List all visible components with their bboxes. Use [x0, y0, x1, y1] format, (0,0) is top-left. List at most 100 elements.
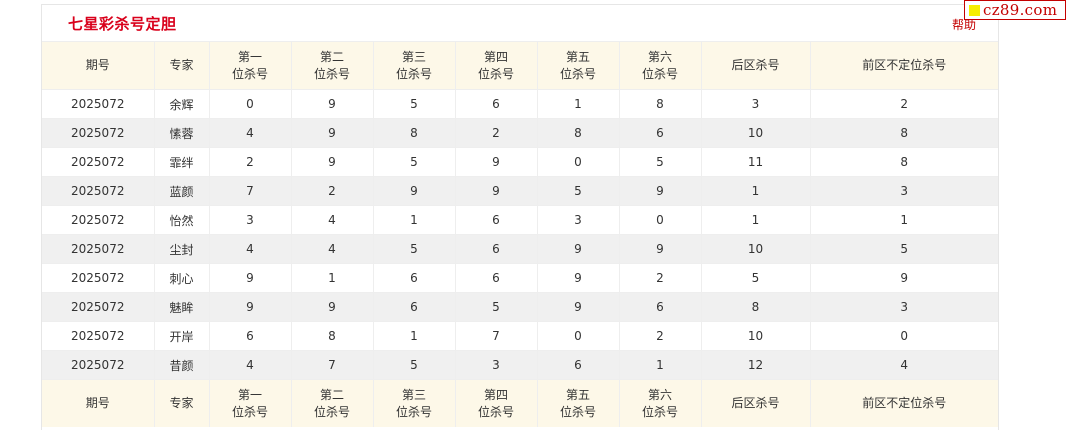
header-col-9: 前区不定位杀号 [810, 41, 998, 90]
kill-number-cell: 9 [537, 292, 620, 322]
column-header-label: 期号 [85, 396, 110, 410]
expert-cell: 愫蓉 [154, 118, 210, 148]
kill-number-cell: 6 [537, 350, 620, 380]
kill-number-cell: 4 [291, 205, 374, 235]
issue-cell: 2025072 [42, 292, 155, 322]
kill-number-cell: 0 [537, 321, 620, 351]
kill-number-cell: 3 [455, 350, 538, 380]
issue-cell: 2025072 [42, 89, 155, 119]
column-header-label: 前区不定位杀号 [862, 396, 947, 410]
kill-number-cell: 2 [209, 147, 292, 177]
kill-number-cell: 8 [373, 118, 456, 148]
expert-cell: 蓝颜 [154, 176, 210, 206]
kill-number-cell: 3 [209, 205, 292, 235]
kill-number-cell: 7 [209, 176, 292, 206]
header-col-2: 第一 位杀号 [209, 41, 292, 90]
kill-number-cell: 8 [619, 89, 702, 119]
kill-number-cell: 4 [810, 350, 998, 380]
issue-cell: 2025072 [42, 350, 155, 380]
column-header-sublabel: 位杀号 [559, 404, 596, 419]
kill-number-cell: 8 [701, 292, 811, 322]
kill-number-cell: 6 [373, 263, 456, 293]
kill-number-cell: 5 [373, 350, 456, 380]
kill-number-cell: 5 [373, 147, 456, 177]
issue-cell: 2025072 [42, 263, 155, 293]
kill-number-cell: 1 [701, 176, 811, 206]
kill-number-cell: 3 [810, 176, 998, 206]
kill-number-cell: 12 [701, 350, 811, 380]
expert-cell: 刺心 [154, 263, 210, 293]
kill-number-cell: 9 [537, 234, 620, 264]
issue-cell: 2025072 [42, 118, 155, 148]
kill-number-cell: 9 [291, 89, 374, 119]
kill-number-cell: 8 [537, 118, 620, 148]
site-logo[interactable]: cz89.com [964, 0, 1066, 20]
column-header-label: 第三 [401, 49, 426, 64]
footer-col-8: 后区杀号 [701, 379, 811, 427]
kill-number-cell: 8 [291, 321, 374, 351]
kill-number-cell: 5 [373, 234, 456, 264]
footer-col-5: 第四 位杀号 [455, 379, 538, 427]
kill-number-cell: 9 [291, 147, 374, 177]
column-header-sublabel: 位杀号 [559, 66, 596, 81]
header-col-8: 后区杀号 [701, 41, 811, 90]
kill-number-cell: 5 [619, 147, 702, 177]
kill-number-cell: 4 [209, 118, 292, 148]
issue-cell: 2025072 [42, 147, 155, 177]
table-row: 2025072 蓝颜 7 2 9 9 5 9 1 3 [42, 176, 998, 206]
table-body: 2025072 余辉 0 9 5 6 1 8 3 2 2025072 愫蓉 4 9 8 2 8 6 10 8 20250… [42, 89, 998, 380]
column-header-sublabel: 位杀号 [477, 66, 514, 81]
kill-number-panel: 七星彩杀号定胆 帮助 期号 专家 第一 位杀号 第二 位杀号 第三 位杀号 第四 位杀号 第五 位杀号… [41, 4, 999, 430]
column-header-label: 专家 [169, 396, 194, 410]
header-col-5: 第四 位杀号 [455, 41, 538, 90]
kill-number-cell: 5 [701, 263, 811, 293]
kill-number-cell: 6 [619, 118, 702, 148]
issue-cell: 2025072 [42, 205, 155, 235]
kill-number-cell: 1 [373, 205, 456, 235]
kill-number-cell: 9 [291, 118, 374, 148]
kill-number-cell: 10 [701, 234, 811, 264]
kill-number-table: 期号 专家 第一 位杀号 第二 位杀号 第三 位杀号 第四 位杀号 第五 位杀号 第六 位杀号 后区杀号 前区… [42, 41, 998, 427]
panel-title-bar: 七星彩杀号定胆 帮助 [42, 5, 998, 41]
kill-number-cell: 8 [810, 147, 998, 177]
expert-cell: 尘封 [154, 234, 210, 264]
kill-number-cell: 9 [291, 292, 374, 322]
column-header-label: 第四 [483, 387, 508, 402]
footer-col-2: 第一 位杀号 [209, 379, 292, 427]
kill-number-cell: 1 [291, 263, 374, 293]
kill-number-cell: 2 [619, 321, 702, 351]
kill-number-cell: 6 [455, 205, 538, 235]
expert-cell: 霏绊 [154, 147, 210, 177]
header-col-7: 第六 位杀号 [619, 41, 702, 90]
logo-square-icon [969, 4, 980, 16]
kill-number-cell: 0 [209, 89, 292, 119]
column-header-label: 第六 [647, 387, 672, 402]
page-title: 七星彩杀号定胆 [68, 15, 177, 33]
kill-number-cell: 7 [455, 321, 538, 351]
table-row: 2025072 愫蓉 4 9 8 2 8 6 10 8 [42, 118, 998, 148]
kill-number-cell: 4 [291, 234, 374, 264]
kill-number-cell: 9 [373, 176, 456, 206]
kill-number-cell: 9 [619, 176, 702, 206]
column-header-sublabel: 位杀号 [313, 66, 350, 81]
column-header-label: 期号 [85, 58, 110, 72]
table-row: 2025072 开岸 6 8 1 7 0 2 10 0 [42, 321, 998, 351]
expert-cell: 魅眸 [154, 292, 210, 322]
column-header-sublabel: 位杀号 [231, 404, 268, 419]
column-header-sublabel: 位杀号 [231, 66, 268, 81]
logo-text: cz89.com [983, 1, 1058, 19]
expert-cell: 开岸 [154, 321, 210, 351]
column-header-sublabel: 位杀号 [477, 404, 514, 419]
footer-col-1: 专家 [154, 379, 210, 427]
issue-cell: 2025072 [42, 321, 155, 351]
column-header-label: 第六 [647, 49, 672, 64]
column-header-label: 第二 [319, 387, 344, 402]
column-header-sublabel: 位杀号 [641, 404, 678, 419]
column-header-label: 第五 [565, 49, 590, 64]
column-header-sublabel: 位杀号 [641, 66, 678, 81]
kill-number-cell: 0 [537, 147, 620, 177]
kill-number-cell: 6 [455, 89, 538, 119]
table-row: 2025072 魅眸 9 9 6 5 9 6 8 3 [42, 292, 998, 322]
kill-number-cell: 3 [810, 292, 998, 322]
expert-cell: 余辉 [154, 89, 210, 119]
